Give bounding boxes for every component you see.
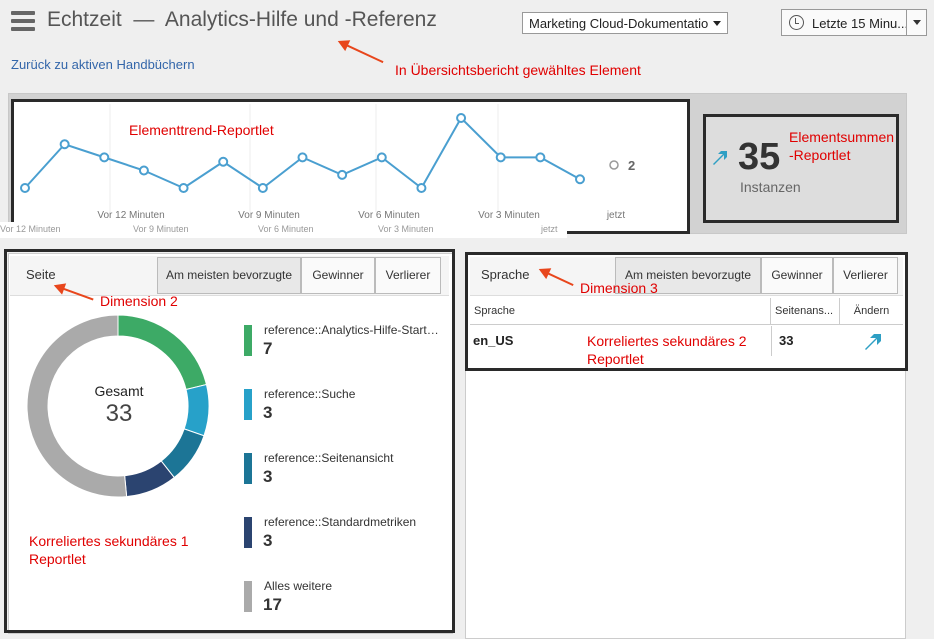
trend-point[interactable] (138, 165, 149, 176)
caret-down-icon (713, 21, 721, 26)
annotation-trend-reportlet: Elementtrend-Reportlet (129, 122, 274, 138)
documentation-dropdown-value: Marketing Cloud-Dokumentatio (529, 16, 709, 31)
sum-caption: Instanzen (740, 179, 801, 195)
trend-point[interactable] (257, 183, 268, 193)
trend-point[interactable] (495, 152, 506, 163)
trend-point[interactable] (178, 183, 189, 193)
trend-point[interactable] (456, 113, 467, 123)
trend-point[interactable] (575, 174, 585, 185)
trend-x-label: jetzt (606, 210, 626, 221)
annotation-sum-reportlet-line1: Elementsummen (789, 129, 895, 145)
back-to-manuals-link[interactable]: Zurück zu aktiven Handbüchern (11, 57, 195, 72)
trend-point[interactable] (535, 152, 546, 163)
trend-point[interactable] (99, 152, 110, 163)
trend-axis-underlay: Vor 12 Minuten Vor 9 Minuten Vor 6 Minuten… (0, 222, 567, 238)
trend-point[interactable] (59, 139, 70, 150)
page-title: Echtzeit — Analytics-Hilfe und -Referenz (47, 8, 437, 31)
trend-x-label: Vor 12 Minuten (97, 210, 164, 221)
trend-underlay-label: jetzt (541, 224, 558, 234)
secondary2-reportlet-frame (465, 252, 908, 371)
trend-point[interactable] (416, 183, 427, 193)
secondary1-reportlet-frame (4, 249, 455, 633)
trend-line-chart: 2 Vor 12 Minuten Vor 9 Minuten Vor 6 Minute… (20, 104, 635, 221)
trend-current-value: 2 (628, 158, 635, 173)
trend-point[interactable] (376, 152, 387, 163)
time-range-toggle[interactable] (906, 10, 926, 35)
trend-x-label: Vor 6 Minuten (358, 210, 420, 221)
sum-value: 35 (738, 136, 781, 178)
trend-x-label: Vor 3 Minuten (478, 210, 540, 221)
trend-current-point (609, 160, 619, 170)
trend-point[interactable] (218, 156, 229, 167)
annotation-arrow (339, 41, 384, 64)
annotation-sum-reportlet-line2: -Reportlet (789, 147, 851, 163)
trend-up-icon (713, 151, 727, 165)
trend-point[interactable] (297, 152, 308, 163)
trend-underlay-label: Vor 12 Minuten (0, 224, 61, 234)
trend-underlay-label: Vor 9 Minuten (133, 224, 189, 234)
trend-point[interactable] (337, 169, 348, 180)
trend-underlay-label: Vor 3 Minuten (378, 224, 434, 234)
trend-underlay-label: Vor 6 Minuten (258, 224, 314, 234)
clock-icon (789, 15, 804, 30)
documentation-dropdown[interactable]: Marketing Cloud-Dokumentatio (522, 12, 728, 34)
time-range-value: Letzte 15 Minu... (812, 16, 909, 31)
annotation-selected-element: In Übersichtsbericht gewähltes Element (395, 62, 641, 78)
trend-x-label: Vor 9 Minuten (238, 210, 300, 221)
time-range-dropdown[interactable]: Letzte 15 Minu... (781, 9, 927, 36)
menu-icon[interactable] (11, 11, 35, 31)
trend-point[interactable] (20, 183, 30, 193)
